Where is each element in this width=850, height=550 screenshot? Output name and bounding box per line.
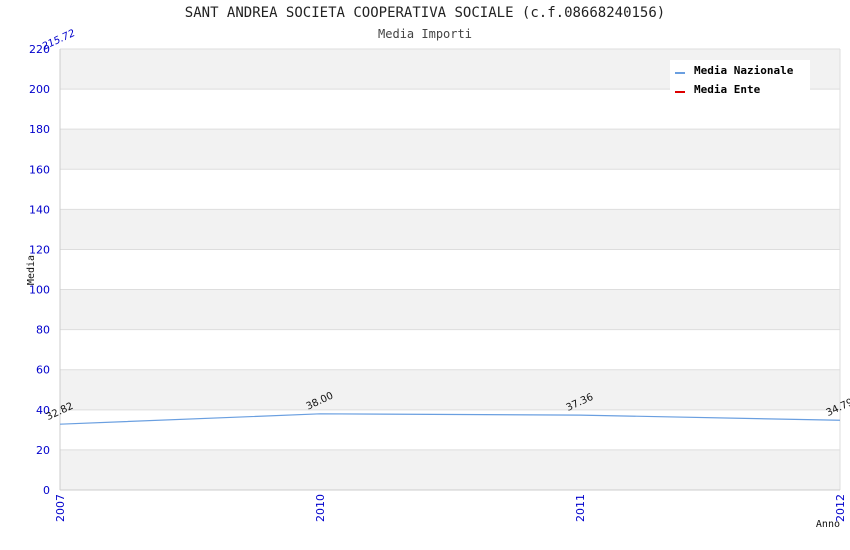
line-chart: 020406080100120140160180200220 2007 2010 2… bbox=[26, 28, 850, 530]
x-tick-labels: 2007 2010 2011 2012 bbox=[54, 494, 847, 522]
y-tick-label: 0 bbox=[43, 484, 50, 497]
y-tick-label: 140 bbox=[29, 203, 50, 216]
x-tick-label: 2010 bbox=[314, 494, 327, 522]
grid-band bbox=[60, 209, 840, 250]
y-tick-label: 160 bbox=[29, 163, 50, 176]
legend: Media Nazionale Media Ente bbox=[670, 60, 810, 102]
x-tick-label: 2007 bbox=[54, 494, 67, 522]
axes bbox=[59, 49, 840, 491]
y-tick-label: 200 bbox=[29, 83, 50, 96]
y-tick-label: 180 bbox=[29, 123, 50, 136]
grid-band bbox=[60, 369, 840, 410]
y-tick-label: 80 bbox=[36, 324, 50, 337]
legend-label-media-nazionale: Media Nazionale bbox=[694, 64, 794, 77]
grid-band bbox=[60, 289, 840, 330]
grid-bands bbox=[60, 49, 840, 490]
y-tick-label: 60 bbox=[36, 364, 50, 377]
x-tick-label: 2012 bbox=[834, 494, 847, 522]
y-tick-label: 120 bbox=[29, 243, 50, 256]
y-tick-label: 20 bbox=[36, 444, 50, 457]
series-line-media-nazionale bbox=[59, 413, 841, 425]
x-tick-label: 2011 bbox=[574, 494, 587, 522]
series-lines bbox=[59, 413, 841, 425]
legend-label-media-ente: Media Ente bbox=[694, 83, 761, 96]
y-axis-label: Media bbox=[26, 255, 37, 285]
grid-band bbox=[60, 129, 840, 170]
x-axis-label: Anno bbox=[816, 519, 840, 530]
grid-lines bbox=[60, 48, 841, 491]
grid-band bbox=[60, 449, 840, 490]
